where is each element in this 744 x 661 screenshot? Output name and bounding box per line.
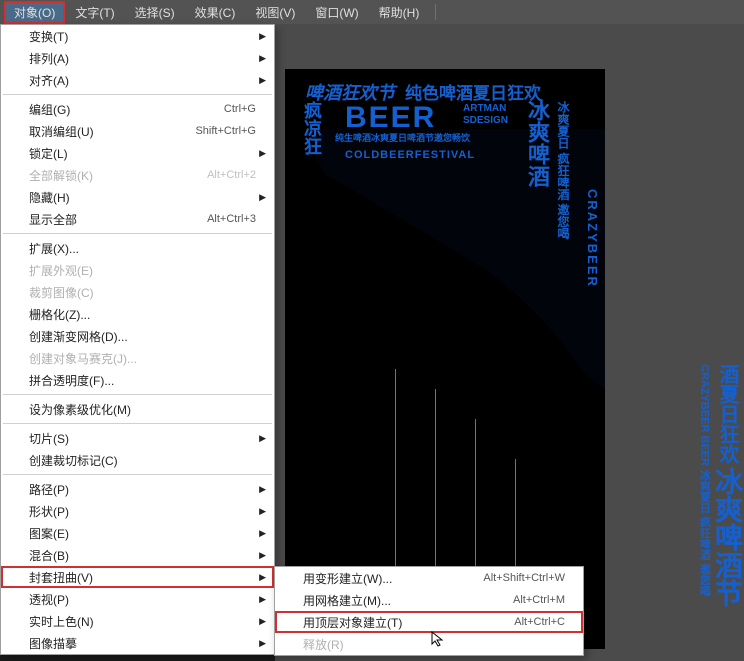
menu-live-paint[interactable]: 实时上色(N) bbox=[1, 610, 274, 632]
menu-perspective[interactable]: 透视(P) bbox=[1, 588, 274, 610]
menu-effect[interactable]: 效果(C) bbox=[185, 1, 246, 24]
menu-crop-image: 裁剪图像(C) bbox=[1, 281, 274, 303]
separator bbox=[3, 94, 272, 95]
separator bbox=[3, 394, 272, 395]
menu-flatten[interactable]: 拼合透明度(F)... bbox=[1, 369, 274, 391]
menu-trim-marks[interactable]: 创建裁切标记(C) bbox=[1, 449, 274, 471]
menu-gradient-mesh[interactable]: 创建渐变网格(D)... bbox=[1, 325, 274, 347]
cursor-icon bbox=[430, 630, 448, 653]
menu-image-trace[interactable]: 图像描摹 bbox=[1, 632, 274, 654]
art-fest: COLDBEERFESTIVAL bbox=[345, 149, 475, 161]
separator bbox=[3, 423, 272, 424]
menu-transform[interactable]: 变换(T) bbox=[1, 25, 274, 47]
menu-object-mosaic: 创建对象马赛克(J)... bbox=[1, 347, 274, 369]
object-menu: 变换(T) 排列(A) 对齐(A) 编组(G)Ctrl+G 取消编组(U)Shi… bbox=[0, 24, 275, 655]
menu-pixel-perfect[interactable]: 设为像素级优化(M) bbox=[1, 398, 274, 420]
menu-slice[interactable]: 切片(S) bbox=[1, 427, 274, 449]
menu-window[interactable]: 窗口(W) bbox=[305, 1, 368, 24]
art-artman: ARTMAN bbox=[463, 103, 506, 114]
menu-expand-appearance: 扩展外观(E) bbox=[1, 259, 274, 281]
menu-view[interactable]: 视图(V) bbox=[245, 1, 305, 24]
menu-blend[interactable]: 混合(B) bbox=[1, 544, 274, 566]
menu-hide[interactable]: 隐藏(H) bbox=[1, 186, 274, 208]
menu-show-all[interactable]: 显示全部Alt+Ctrl+3 bbox=[1, 208, 274, 230]
menu-arrange[interactable]: 排列(A) bbox=[1, 47, 274, 69]
separator bbox=[3, 233, 272, 234]
art-beer: BEER bbox=[345, 101, 436, 135]
submenu-make-mesh[interactable]: 用网格建立(M)...Alt+Ctrl+M bbox=[275, 589, 583, 611]
menu-type[interactable]: 文字(T) bbox=[65, 1, 124, 24]
menu-align[interactable]: 对齐(A) bbox=[1, 69, 274, 91]
menu-ungroup[interactable]: 取消编组(U)Shift+Ctrl+G bbox=[1, 120, 274, 142]
separator bbox=[3, 474, 272, 475]
art-v2: 冰爽啤酒 bbox=[521, 99, 553, 187]
menu-select[interactable]: 选择(S) bbox=[125, 1, 185, 24]
art-crazy: CRAZYBEER bbox=[585, 189, 600, 288]
side-text-panel: 酒夏日狂欢 冰爽啤酒节 CRAZYBEER BEER 冰爽夏日 疯狂啤酒 邀您喝 bbox=[599, 364, 744, 644]
menubar: 对象(O) 文字(T) 选择(S) 效果(C) 视图(V) 窗口(W) 帮助(H… bbox=[0, 0, 744, 24]
menu-rasterize[interactable]: 栅格化(Z)... bbox=[1, 303, 274, 325]
menu-group[interactable]: 编组(G)Ctrl+G bbox=[1, 98, 274, 120]
menu-path[interactable]: 路径(P) bbox=[1, 478, 274, 500]
menu-envelope-distort[interactable]: 封套扭曲(V) bbox=[1, 566, 274, 588]
menu-pattern[interactable]: 图案(E) bbox=[1, 522, 274, 544]
art-small: 纯生啤酒冰爽夏日啤酒节邀您畅饮 bbox=[335, 131, 470, 144]
menu-expand[interactable]: 扩展(X)... bbox=[1, 237, 274, 259]
art-v3: 冰爽夏日 疯狂啤酒 邀您喝 bbox=[555, 101, 572, 240]
menu-unlock-all: 全部解锁(K)Alt+Ctrl+2 bbox=[1, 164, 274, 186]
envelope-submenu: 用变形建立(W)...Alt+Shift+Ctrl+W 用网格建立(M)...A… bbox=[274, 566, 584, 656]
divider bbox=[435, 4, 436, 20]
menu-help[interactable]: 帮助(H) bbox=[369, 1, 430, 24]
menu-shape[interactable]: 形状(P) bbox=[1, 500, 274, 522]
submenu-make-warp[interactable]: 用变形建立(W)...Alt+Shift+Ctrl+W bbox=[275, 567, 583, 589]
submenu-release: 释放(R) bbox=[275, 633, 583, 655]
submenu-make-top-object[interactable]: 用顶层对象建立(T)Alt+Ctrl+C bbox=[275, 611, 583, 633]
art-sdesign: SDESIGN bbox=[463, 115, 508, 126]
artboard[interactable]: 啤酒狂欢节 纯色啤酒夏日狂欢 BEER ARTMAN SDESIGN 疯凉狂 冰… bbox=[285, 69, 605, 649]
art-v1: 疯凉狂 bbox=[299, 101, 325, 155]
menu-lock[interactable]: 锁定(L) bbox=[1, 142, 274, 164]
menu-object[interactable]: 对象(O) bbox=[4, 1, 65, 24]
